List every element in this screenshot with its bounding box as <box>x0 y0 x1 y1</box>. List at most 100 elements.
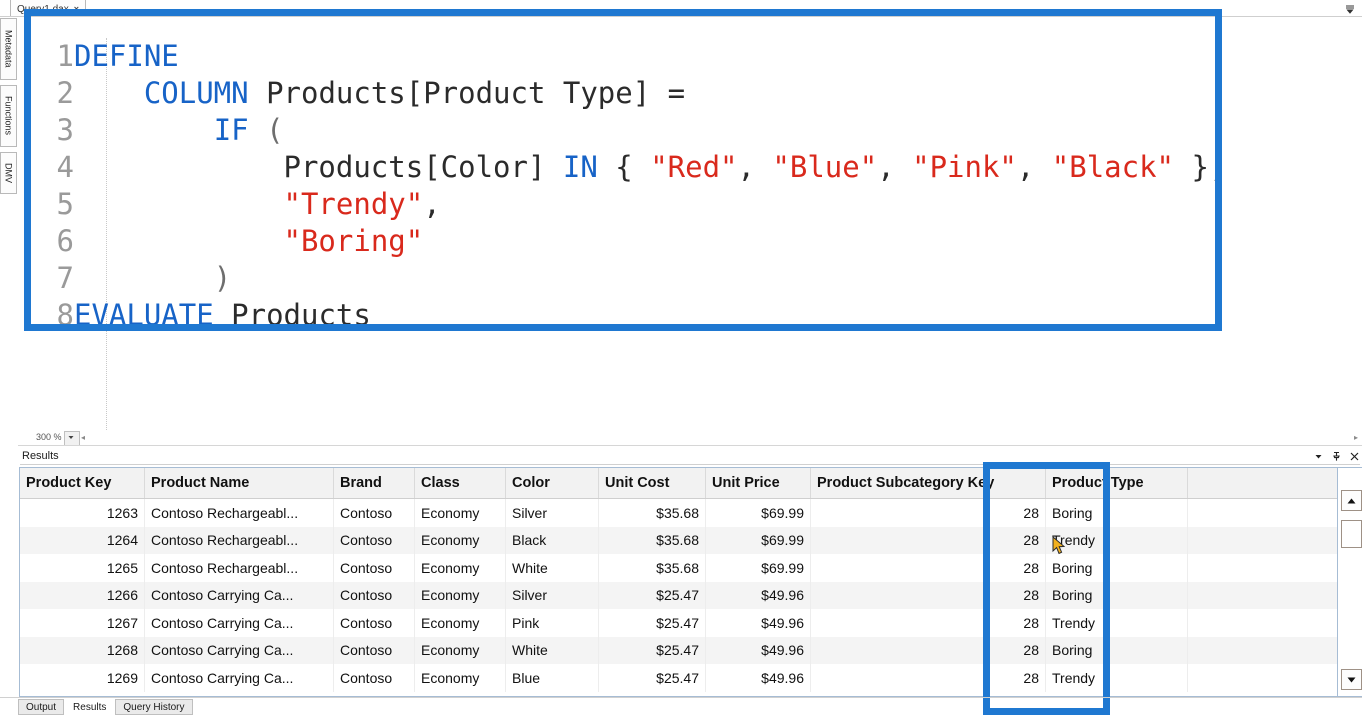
cell-product-type[interactable]: Trendy <box>1045 664 1188 692</box>
cell-product-name[interactable]: Contoso Carrying Ca... <box>144 581 334 609</box>
column-header-product-subcategory-key[interactable]: Product Subcategory Key <box>810 468 1046 499</box>
cell-brand[interactable]: Contoso <box>333 636 415 664</box>
cell-product-type[interactable]: Boring <box>1045 498 1188 527</box>
tab-output[interactable]: Output <box>18 699 65 715</box>
cell-class[interactable]: Economy <box>414 526 506 554</box>
cell-class[interactable]: Economy <box>414 581 506 609</box>
table-row[interactable]: 1269 Contoso Carrying Ca... Contoso Economy… <box>20 664 1356 692</box>
table-row[interactable]: 1266 Contoso Carrying Ca... Contoso Economy… <box>20 581 1356 609</box>
cell-product-name[interactable]: Contoso Rechargeabl... <box>144 526 334 554</box>
cell-unit-cost[interactable]: $35.68 <box>598 554 706 582</box>
cell-product-type[interactable]: Boring <box>1045 554 1188 582</box>
sidebar-item-dmv[interactable]: DMV <box>0 152 17 194</box>
cell-product-name[interactable]: Contoso Rechargeabl... <box>144 498 334 527</box>
cell-color[interactable]: Silver <box>505 581 599 609</box>
column-header-color[interactable]: Color <box>505 468 599 499</box>
cell-unit-price[interactable]: $49.96 <box>705 609 811 637</box>
pin-icon[interactable] <box>1331 451 1342 462</box>
cell-product-name[interactable]: Contoso Carrying Ca... <box>144 664 334 692</box>
cell-filler[interactable] <box>1187 526 1356 554</box>
table-row[interactable]: 1265 Contoso Rechargeabl... Contoso Economy… <box>20 554 1356 582</box>
sidebar-item-functions[interactable]: Functions <box>0 85 17 147</box>
dax-code-editor[interactable]: 1DEFINE 2 COLUMN Products[Product Type] =… <box>18 18 1362 430</box>
column-header-class[interactable]: Class <box>414 468 506 499</box>
close-icon[interactable] <box>1349 451 1360 462</box>
cell-product-subcategory-key[interactable]: 28 <box>810 636 1046 664</box>
cell-unit-price[interactable]: $69.99 <box>705 554 811 582</box>
cell-brand[interactable]: Contoso <box>333 664 415 692</box>
cell-color[interactable]: White <box>505 636 599 664</box>
cell-color[interactable]: Black <box>505 526 599 554</box>
cell-unit-cost[interactable]: $25.47 <box>598 664 706 692</box>
sidebar-item-metadata[interactable]: Metadata <box>0 18 17 80</box>
cell-product-name[interactable]: Contoso Carrying Ca... <box>144 609 334 637</box>
cell-product-type[interactable]: Boring <box>1045 581 1188 609</box>
cell-product-key[interactable]: 1263 <box>20 498 145 527</box>
cell-product-key[interactable]: 1269 <box>20 664 145 692</box>
cell-product-key[interactable]: 1267 <box>20 609 145 637</box>
cell-class[interactable]: Economy <box>414 498 506 527</box>
cell-product-name[interactable]: Contoso Rechargeabl... <box>144 554 334 582</box>
cell-class[interactable]: Economy <box>414 636 506 664</box>
cell-product-key[interactable]: 1264 <box>20 526 145 554</box>
cell-class[interactable]: Economy <box>414 554 506 582</box>
zoom-dropdown-button[interactable] <box>64 431 80 446</box>
cell-filler[interactable] <box>1187 581 1356 609</box>
column-header-unit-cost[interactable]: Unit Cost <box>598 468 706 499</box>
document-tab-query1-dax[interactable]: Query1.dax × <box>10 0 86 17</box>
cell-product-subcategory-key[interactable]: 28 <box>810 581 1046 609</box>
cell-unit-cost[interactable]: $35.68 <box>598 526 706 554</box>
results-vertical-scrollbar[interactable] <box>1337 467 1362 697</box>
column-header-unit-price[interactable]: Unit Price <box>705 468 811 499</box>
cell-color[interactable]: Pink <box>505 609 599 637</box>
cell-filler[interactable] <box>1187 498 1356 527</box>
cell-filler[interactable] <box>1187 609 1356 637</box>
cell-product-key[interactable]: 1266 <box>20 581 145 609</box>
column-header-product-type[interactable]: Product Type <box>1045 468 1188 499</box>
scroll-up-button[interactable] <box>1341 490 1362 511</box>
cell-filler[interactable] <box>1187 636 1356 664</box>
scroll-down-button[interactable] <box>1341 669 1362 690</box>
cell-unit-cost[interactable]: $25.47 <box>598 581 706 609</box>
chevron-down-icon[interactable] <box>1344 3 1356 15</box>
cell-product-key[interactable]: 1265 <box>20 554 145 582</box>
cell-color[interactable]: Silver <box>505 498 599 527</box>
cell-filler[interactable] <box>1187 664 1356 692</box>
table-row[interactable]: 1267 Contoso Carrying Ca... Contoso Economy… <box>20 609 1356 637</box>
cell-product-type[interactable]: Boring <box>1045 636 1188 664</box>
cell-unit-cost[interactable]: $25.47 <box>598 609 706 637</box>
cell-product-subcategory-key[interactable]: 28 <box>810 526 1046 554</box>
column-header-brand[interactable]: Brand <box>333 468 415 499</box>
tab-results[interactable]: Results <box>65 699 115 715</box>
column-header-product-name[interactable]: Product Name <box>144 468 334 499</box>
cell-unit-price[interactable]: $49.96 <box>705 664 811 692</box>
hscroll-right-arrow[interactable]: ▸ <box>1354 433 1358 442</box>
table-row[interactable]: 1263 Contoso Rechargeabl... Contoso Economy… <box>20 498 1356 527</box>
cell-unit-price[interactable]: $69.99 <box>705 526 811 554</box>
table-row[interactable]: 1268 Contoso Carrying Ca... Contoso Economy… <box>20 636 1356 664</box>
cell-brand[interactable]: Contoso <box>333 526 415 554</box>
hscroll-left-arrow[interactable]: ◂ <box>81 433 85 442</box>
cell-product-name[interactable]: Contoso Carrying Ca... <box>144 636 334 664</box>
tab-query-history[interactable]: Query History <box>115 699 193 715</box>
panel-dropdown-icon[interactable] <box>1313 451 1324 462</box>
scrollbar-thumb[interactable] <box>1341 520 1362 548</box>
cell-product-type[interactable]: Trendy <box>1045 526 1188 554</box>
cell-color[interactable]: White <box>505 554 599 582</box>
cell-unit-cost[interactable]: $35.68 <box>598 498 706 527</box>
cell-class[interactable]: Economy <box>414 664 506 692</box>
table-row[interactable]: 1264 Contoso Rechargeabl... Contoso Economy… <box>20 526 1356 554</box>
cell-color[interactable]: Blue <box>505 664 599 692</box>
cell-brand[interactable]: Contoso <box>333 498 415 527</box>
cell-product-subcategory-key[interactable]: 28 <box>810 554 1046 582</box>
cell-brand[interactable]: Contoso <box>333 609 415 637</box>
cell-filler[interactable] <box>1187 554 1356 582</box>
cell-brand[interactable]: Contoso <box>333 554 415 582</box>
code-content[interactable]: 1DEFINE 2 COLUMN Products[Product Type] =… <box>48 38 1227 334</box>
cell-unit-cost[interactable]: $25.47 <box>598 636 706 664</box>
cell-brand[interactable]: Contoso <box>333 581 415 609</box>
cell-product-subcategory-key[interactable]: 28 <box>810 664 1046 692</box>
cell-unit-price[interactable]: $49.96 <box>705 636 811 664</box>
cell-product-key[interactable]: 1268 <box>20 636 145 664</box>
cell-class[interactable]: Economy <box>414 609 506 637</box>
